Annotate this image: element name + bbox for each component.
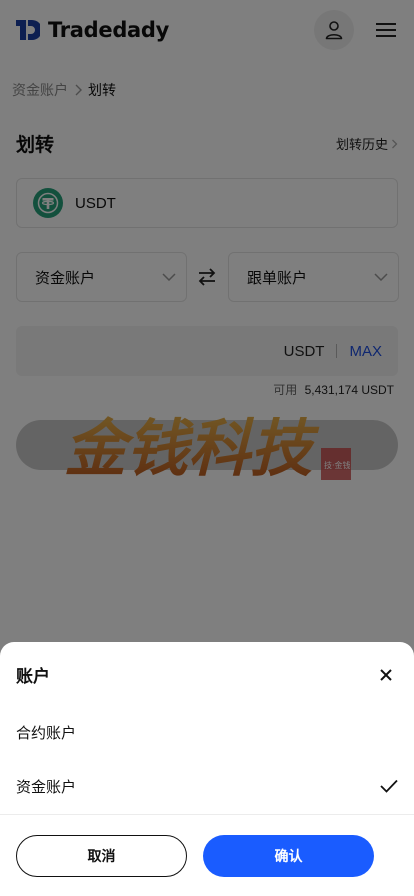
checkmark-icon bbox=[380, 779, 398, 793]
cancel-button[interactable]: 取消 bbox=[16, 835, 187, 877]
account-option-label: 合约账户 bbox=[16, 724, 77, 742]
divider bbox=[0, 814, 414, 815]
account-option-futures[interactable]: 合约账户 bbox=[16, 710, 398, 754]
account-picker-sheet: 账户 合约账户 资金账户 取消 确认 bbox=[0, 642, 414, 896]
sheet-title: 账户 bbox=[16, 667, 50, 686]
close-icon bbox=[380, 668, 392, 681]
confirm-button[interactable]: 确认 bbox=[203, 835, 374, 877]
sheet-header: 账户 bbox=[16, 662, 398, 687]
close-button[interactable] bbox=[374, 663, 398, 687]
account-option-funding[interactable]: 资金账户 bbox=[16, 764, 398, 808]
account-option-label: 资金账户 bbox=[16, 778, 77, 796]
